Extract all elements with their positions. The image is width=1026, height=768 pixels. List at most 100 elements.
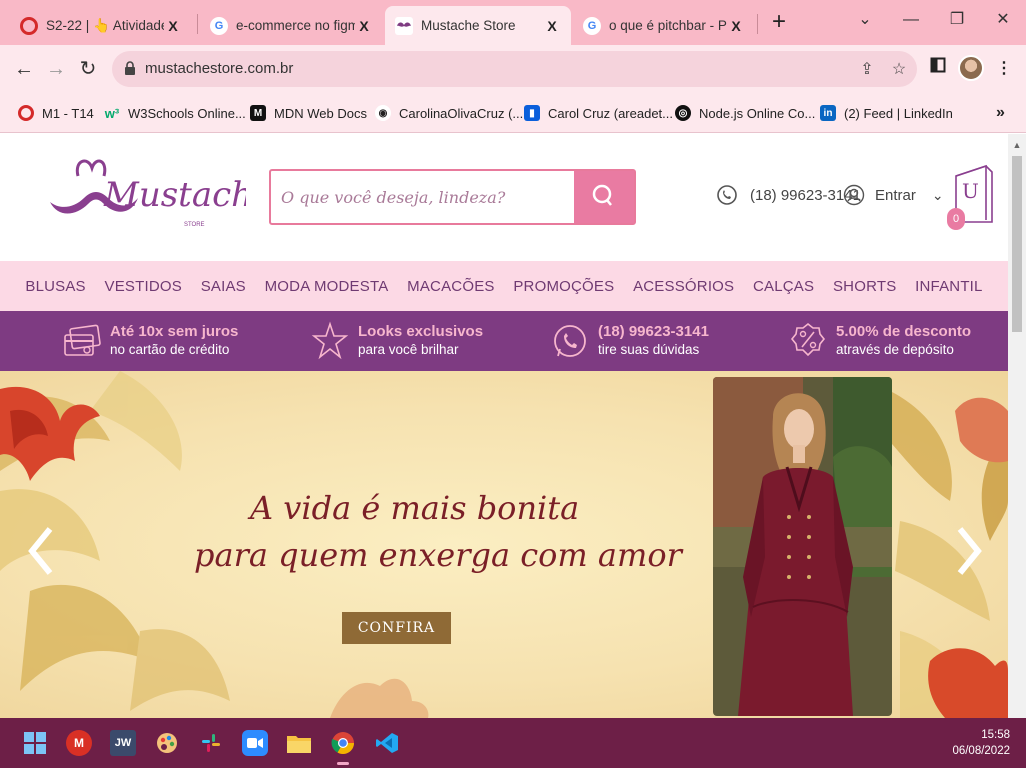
- benefit-title: Até 10x sem juros: [110, 323, 239, 340]
- bookmark-item[interactable]: ◎ Node.js Online Co...: [675, 103, 815, 123]
- file-explorer-icon[interactable]: [286, 730, 312, 756]
- zoom-icon[interactable]: [242, 730, 268, 756]
- percent-icon: [790, 322, 826, 357]
- star-icon: [311, 321, 349, 360]
- benefit-subtitle: para você brilhar: [358, 342, 459, 357]
- benefit-exclusive-looks: Looks exclusivos para você brilhar: [310, 319, 483, 363]
- system-clock[interactable]: 15:58 06/08/2022: [952, 727, 1010, 759]
- chrome-icon[interactable]: [330, 730, 356, 765]
- scrollbar-thumb[interactable]: [1012, 156, 1022, 332]
- bookmark-label: Node.js Online Co...: [699, 105, 816, 121]
- whatsapp-icon: [554, 325, 586, 357]
- tab-ecommerce-figma[interactable]: G e-commerce no figma - X: [200, 6, 383, 45]
- search-input[interactable]: [271, 171, 576, 223]
- bookmark-item[interactable]: M1 - T14: [18, 103, 94, 123]
- chevron-right-icon[interactable]: [948, 521, 988, 581]
- google-icon: G: [583, 16, 601, 35]
- minimize-button[interactable]: —: [888, 4, 934, 36]
- cart-button[interactable]: U 0: [946, 162, 998, 230]
- opera-icon: [18, 105, 34, 121]
- nav-shorts[interactable]: SHORTS: [833, 278, 896, 295]
- nav-infantil[interactable]: INFANTIL: [915, 278, 982, 295]
- window-close-button[interactable]: ✕: [980, 4, 1026, 36]
- clock-date: 06/08/2022: [952, 745, 1010, 757]
- page-scrollbar[interactable]: ▲: [1008, 134, 1026, 718]
- scroll-up-icon[interactable]: ▲: [1012, 140, 1022, 150]
- site-header: Mustache STORE (18) 99623-3141: [0, 134, 1008, 261]
- logo-wordmark: Mustache: [103, 175, 246, 215]
- chevron-left-icon[interactable]: [22, 521, 62, 581]
- bookmark-item[interactable]: ▮ Carol Cruz (areadet...: [524, 103, 673, 123]
- gmail-icon[interactable]: M: [66, 730, 92, 756]
- nav-moda-modesta[interactable]: MODA MODESTA: [265, 278, 389, 295]
- bookmark-label: MDN Web Docs: [274, 105, 367, 121]
- lock-icon: [125, 61, 135, 75]
- bookmark-label: (2) Feed | LinkedIn: [844, 105, 953, 121]
- tab-mustache-store[interactable]: Mustache Store X: [385, 6, 571, 45]
- jw-icon[interactable]: JW: [110, 730, 136, 756]
- bookmark-item[interactable]: M MDN Web Docs: [250, 103, 367, 123]
- close-icon[interactable]: X: [164, 18, 182, 34]
- search-box: [269, 169, 636, 225]
- reload-button[interactable]: ↻: [74, 55, 102, 83]
- search-button[interactable]: [574, 171, 634, 223]
- restore-button[interactable]: ❐: [934, 4, 980, 36]
- login-dropdown[interactable]: Entrar ⌄: [843, 184, 944, 206]
- benefit-whatsapp[interactable]: (18) 99623-3141 tire suas dúvidas: [550, 319, 709, 363]
- tab-title: o que é pitchbar - Pesq: [609, 18, 727, 33]
- benefit-discount: 5.00% de desconto através de depósito: [788, 319, 971, 363]
- benefit-title: Looks exclusivos: [358, 323, 484, 340]
- back-button[interactable]: ←: [10, 55, 38, 83]
- url-text[interactable]: mustachestore.com.br: [145, 60, 293, 77]
- tab-pitchbar[interactable]: G o que é pitchbar - Pesq X: [573, 6, 755, 45]
- benefit-installments: Até 10x sem juros no cartão de crédito: [62, 319, 238, 363]
- user-icon: [843, 184, 865, 206]
- close-icon[interactable]: X: [543, 18, 561, 34]
- profile-avatar[interactable]: [958, 55, 984, 81]
- nav-promocoes[interactable]: PROMOÇÕES: [513, 278, 614, 295]
- bookmarks-bar: M1 - T14 w³ W3Schools Online... M MDN We…: [0, 93, 1026, 133]
- paint-icon[interactable]: [154, 730, 180, 756]
- bookmark-label: Carol Cruz (areadet...: [548, 105, 673, 121]
- header-phone[interactable]: (18) 99623-3141: [716, 184, 861, 206]
- forward-button[interactable]: →: [42, 55, 70, 83]
- bookmark-item[interactable]: in (2) Feed | LinkedIn: [820, 103, 953, 123]
- close-icon[interactable]: X: [355, 18, 373, 34]
- whatsapp-icon: [717, 185, 737, 205]
- tab-separator: [197, 14, 198, 34]
- hero-model-photo: [713, 377, 892, 716]
- bookmark-item[interactable]: ◉ CarolinaOlivaCruz (...: [375, 103, 523, 123]
- bookmarks-overflow-button[interactable]: »: [996, 103, 1005, 123]
- hero-headline-line2: para quem enxerga com amor: [194, 536, 682, 574]
- close-icon[interactable]: X: [727, 18, 745, 34]
- nav-calcas[interactable]: CALÇAS: [753, 278, 814, 295]
- cart-count-badge: 0: [947, 208, 965, 230]
- share-icon[interactable]: ⇪: [856, 59, 878, 81]
- bookmark-item[interactable]: w³ W3Schools Online...: [104, 103, 246, 123]
- bookmark-star-icon[interactable]: ☆: [888, 59, 910, 81]
- vscode-icon[interactable]: [374, 730, 400, 756]
- new-tab-button[interactable]: +: [766, 8, 792, 36]
- tab-search-button[interactable]: ⌄: [842, 4, 888, 36]
- clock-time: 15:58: [981, 729, 1010, 741]
- linkedin-icon: in: [820, 105, 836, 121]
- benefit-subtitle: no cartão de crédito: [110, 342, 230, 357]
- tab-atividade[interactable]: S2-22 | 👆 Atividade - X: [10, 6, 192, 45]
- bookmark-label: M1 - T14: [42, 105, 94, 121]
- confira-button[interactable]: CONFIRA: [342, 612, 451, 644]
- store-logo[interactable]: Mustache STORE: [46, 154, 246, 232]
- nav-saias[interactable]: SAIAS: [201, 278, 246, 295]
- nav-acessorios[interactable]: ACESSÓRIOS: [633, 278, 734, 295]
- address-bar[interactable]: mustachestore.com.br ⇪ ☆: [112, 51, 917, 87]
- windows-start-icon[interactable]: [22, 730, 48, 756]
- slack-icon[interactable]: [198, 730, 224, 756]
- replit-icon: ◎: [675, 105, 691, 121]
- menu-icon[interactable]: ⋮: [992, 57, 1016, 81]
- google-icon: G: [210, 16, 228, 35]
- bookmark-label: CarolinaOlivaCruz (...: [399, 105, 524, 121]
- benefit-subtitle: através de depósito: [836, 342, 954, 357]
- nav-vestidos[interactable]: VESTIDOS: [105, 278, 182, 295]
- nav-macacoes[interactable]: MACACÕES: [407, 278, 494, 295]
- side-panel-icon[interactable]: [926, 57, 950, 81]
- nav-blusas[interactable]: BLUSAS: [25, 278, 85, 295]
